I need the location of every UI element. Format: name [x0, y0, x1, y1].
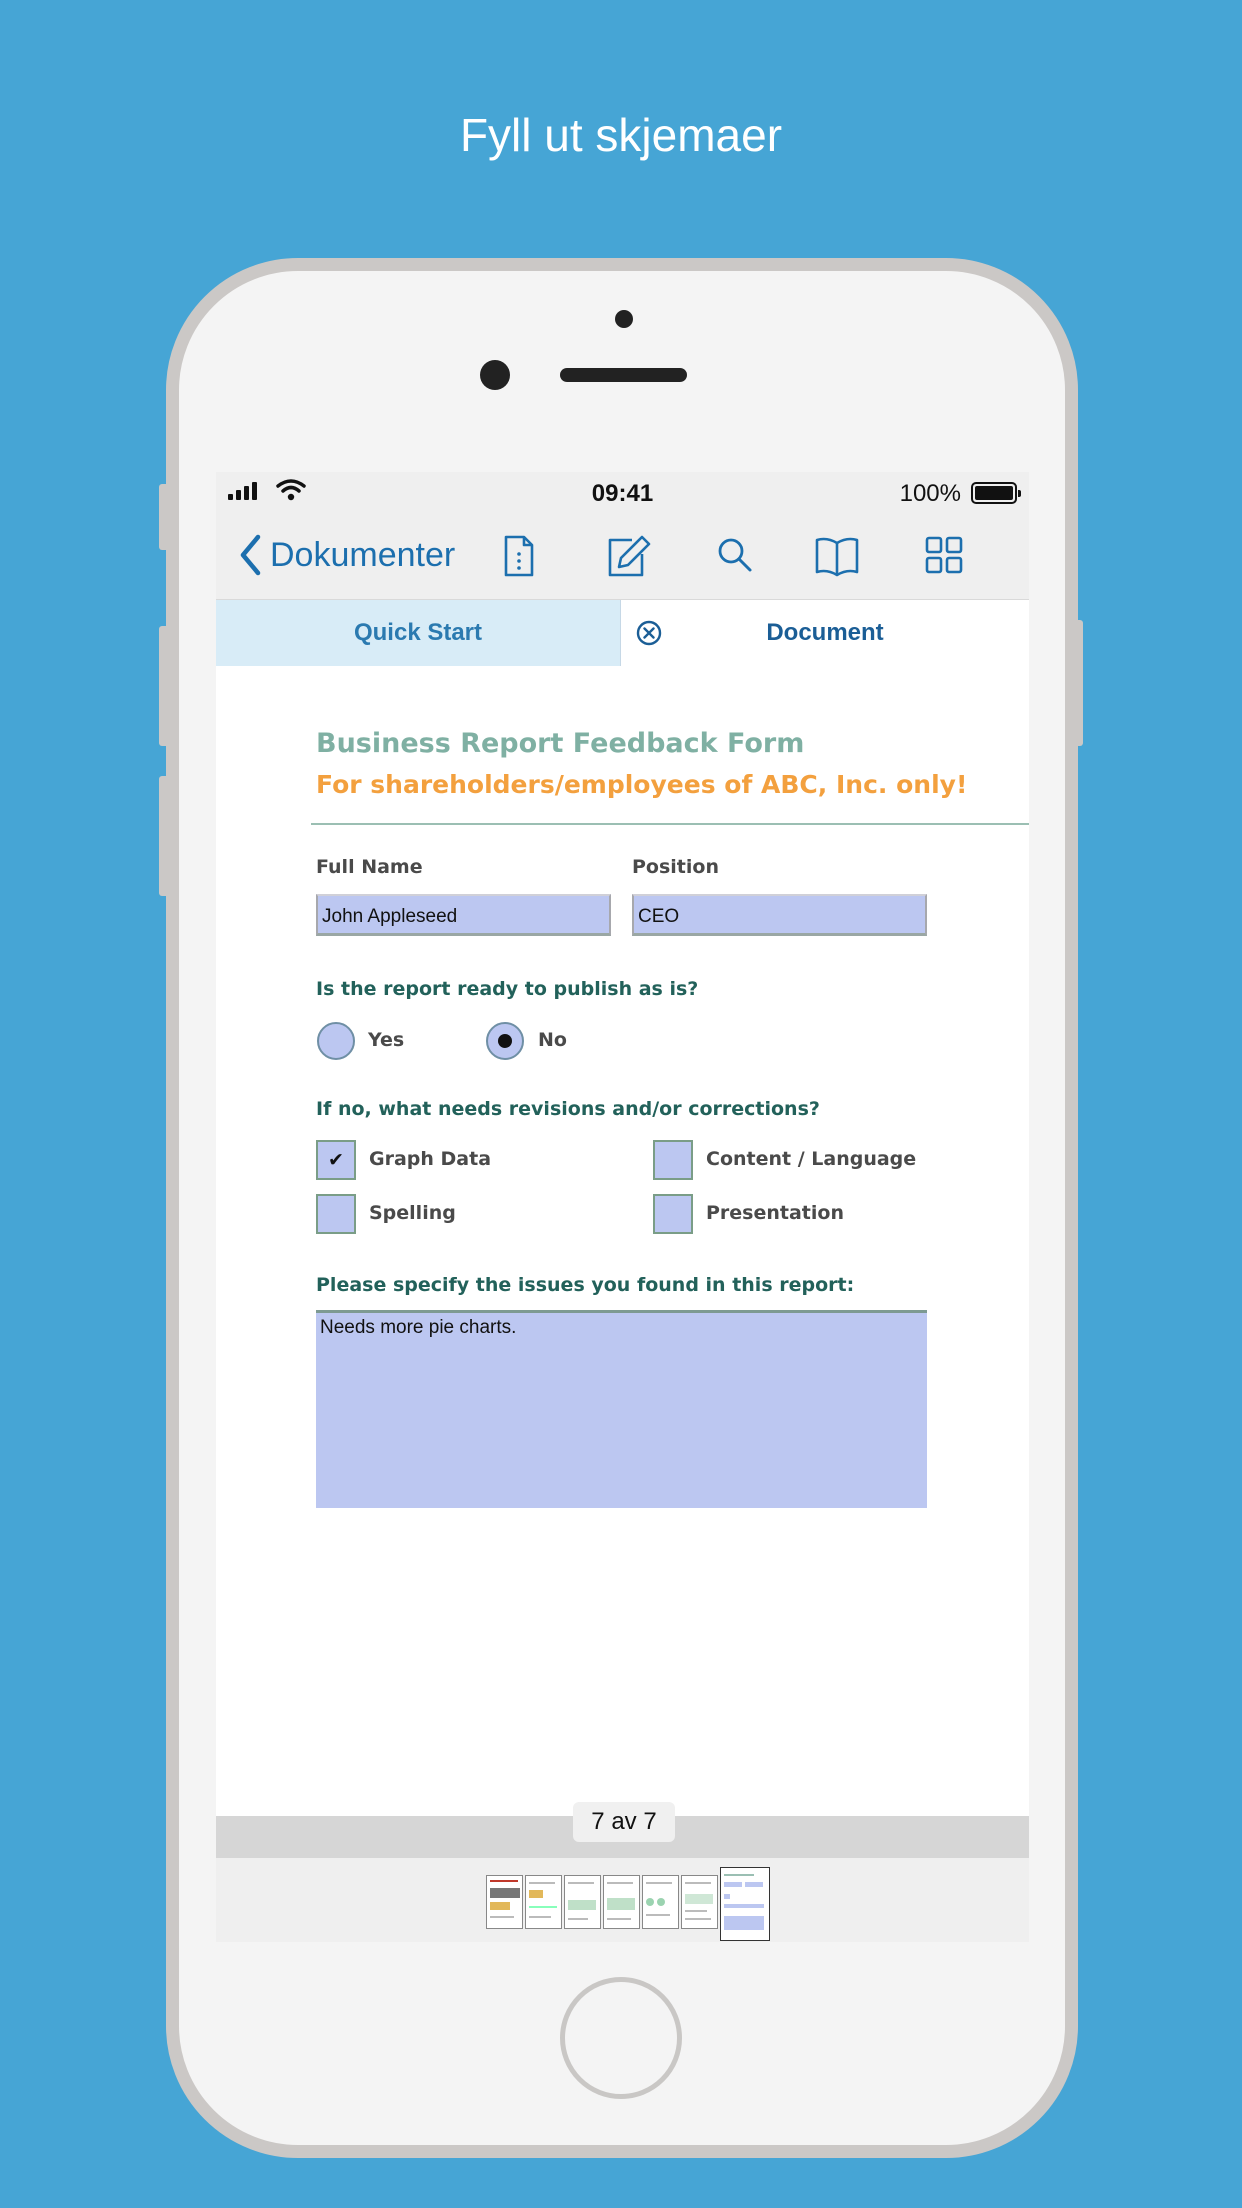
- front-camera: [480, 360, 510, 390]
- page-thumbnail-current[interactable]: [720, 1867, 770, 1941]
- home-button[interactable]: [560, 1977, 682, 2099]
- back-button[interactable]: Dokumenter: [238, 534, 455, 576]
- position-label: Position: [632, 856, 719, 878]
- radio-no[interactable]: [486, 1022, 524, 1060]
- checkbox-presentation[interactable]: [653, 1194, 693, 1234]
- status-bar: 09:41 100%: [216, 472, 1029, 514]
- form-title: Business Report Feedback Form: [316, 728, 805, 759]
- position-field[interactable]: CEO: [632, 894, 927, 936]
- app-screen: 09:41 100% Dokumenter Quick Start Docume…: [216, 472, 1029, 1942]
- radio-no-label: No: [538, 1029, 567, 1051]
- form-subtitle: For shareholders/employees of ABC, Inc. …: [316, 770, 968, 799]
- thumbnail-strip: [216, 1858, 1029, 1942]
- tab-document[interactable]: Document: [621, 600, 1029, 666]
- title-divider: [311, 823, 1029, 825]
- full-name-label: Full Name: [316, 856, 423, 878]
- radio-selected-dot: [498, 1034, 512, 1048]
- back-label: Dokumenter: [270, 535, 456, 574]
- navigation-bar: Dokumenter: [216, 514, 1029, 600]
- document-page: Business Report Feedback Form For shareh…: [216, 666, 1029, 1816]
- publish-question: Is the report ready to publish as is?: [316, 978, 699, 1000]
- proximity-sensor: [615, 310, 633, 328]
- battery-percentage: 100%: [899, 480, 961, 507]
- revisions-question: If no, what needs revisions and/or corre…: [316, 1098, 820, 1120]
- annotate-icon[interactable]: [606, 534, 652, 578]
- page-thumbnail[interactable]: [525, 1875, 562, 1929]
- document-tabs: Quick Start Document: [216, 600, 1029, 666]
- page-thumbnail[interactable]: [603, 1875, 640, 1929]
- page-thumbnail[interactable]: [486, 1875, 523, 1929]
- earpiece-speaker: [560, 368, 687, 382]
- document-info-icon[interactable]: [502, 534, 536, 578]
- page-thumbnail[interactable]: [564, 1875, 601, 1929]
- page-thumbnail[interactable]: [681, 1875, 718, 1929]
- tab-quick-start[interactable]: Quick Start: [216, 600, 621, 666]
- checkbox-content-language-label: Content / Language: [706, 1148, 917, 1170]
- thumbnails-grid-icon[interactable]: [924, 534, 964, 578]
- checkbox-spelling-label: Spelling: [369, 1202, 456, 1224]
- chevron-left-icon: [240, 534, 261, 576]
- checkbox-graph-data-label: Graph Data: [369, 1148, 492, 1170]
- radio-yes-label: Yes: [368, 1029, 405, 1051]
- bookmarks-icon[interactable]: [814, 534, 860, 578]
- full-name-field[interactable]: John Appleseed: [316, 894, 611, 936]
- checkbox-spelling[interactable]: [316, 1194, 356, 1234]
- page-indicator: 7 av 7: [573, 1802, 675, 1842]
- checkbox-graph-data[interactable]: ✔: [316, 1140, 356, 1180]
- issues-textarea[interactable]: Needs more pie charts.: [316, 1310, 927, 1508]
- checkbox-presentation-label: Presentation: [706, 1202, 844, 1224]
- promo-headline: Fyll ut skjemaer: [459, 109, 783, 161]
- page-thumbnail[interactable]: [642, 1875, 679, 1929]
- battery-icon: [971, 482, 1021, 504]
- checkbox-content-language[interactable]: [653, 1140, 693, 1180]
- search-icon[interactable]: [716, 534, 754, 578]
- close-tab-icon[interactable]: [636, 620, 662, 646]
- page-scrubber-bar[interactable]: 7 av 7: [216, 1802, 1029, 1858]
- radio-yes[interactable]: [317, 1022, 355, 1060]
- issues-label: Please specify the issues you found in t…: [316, 1274, 855, 1296]
